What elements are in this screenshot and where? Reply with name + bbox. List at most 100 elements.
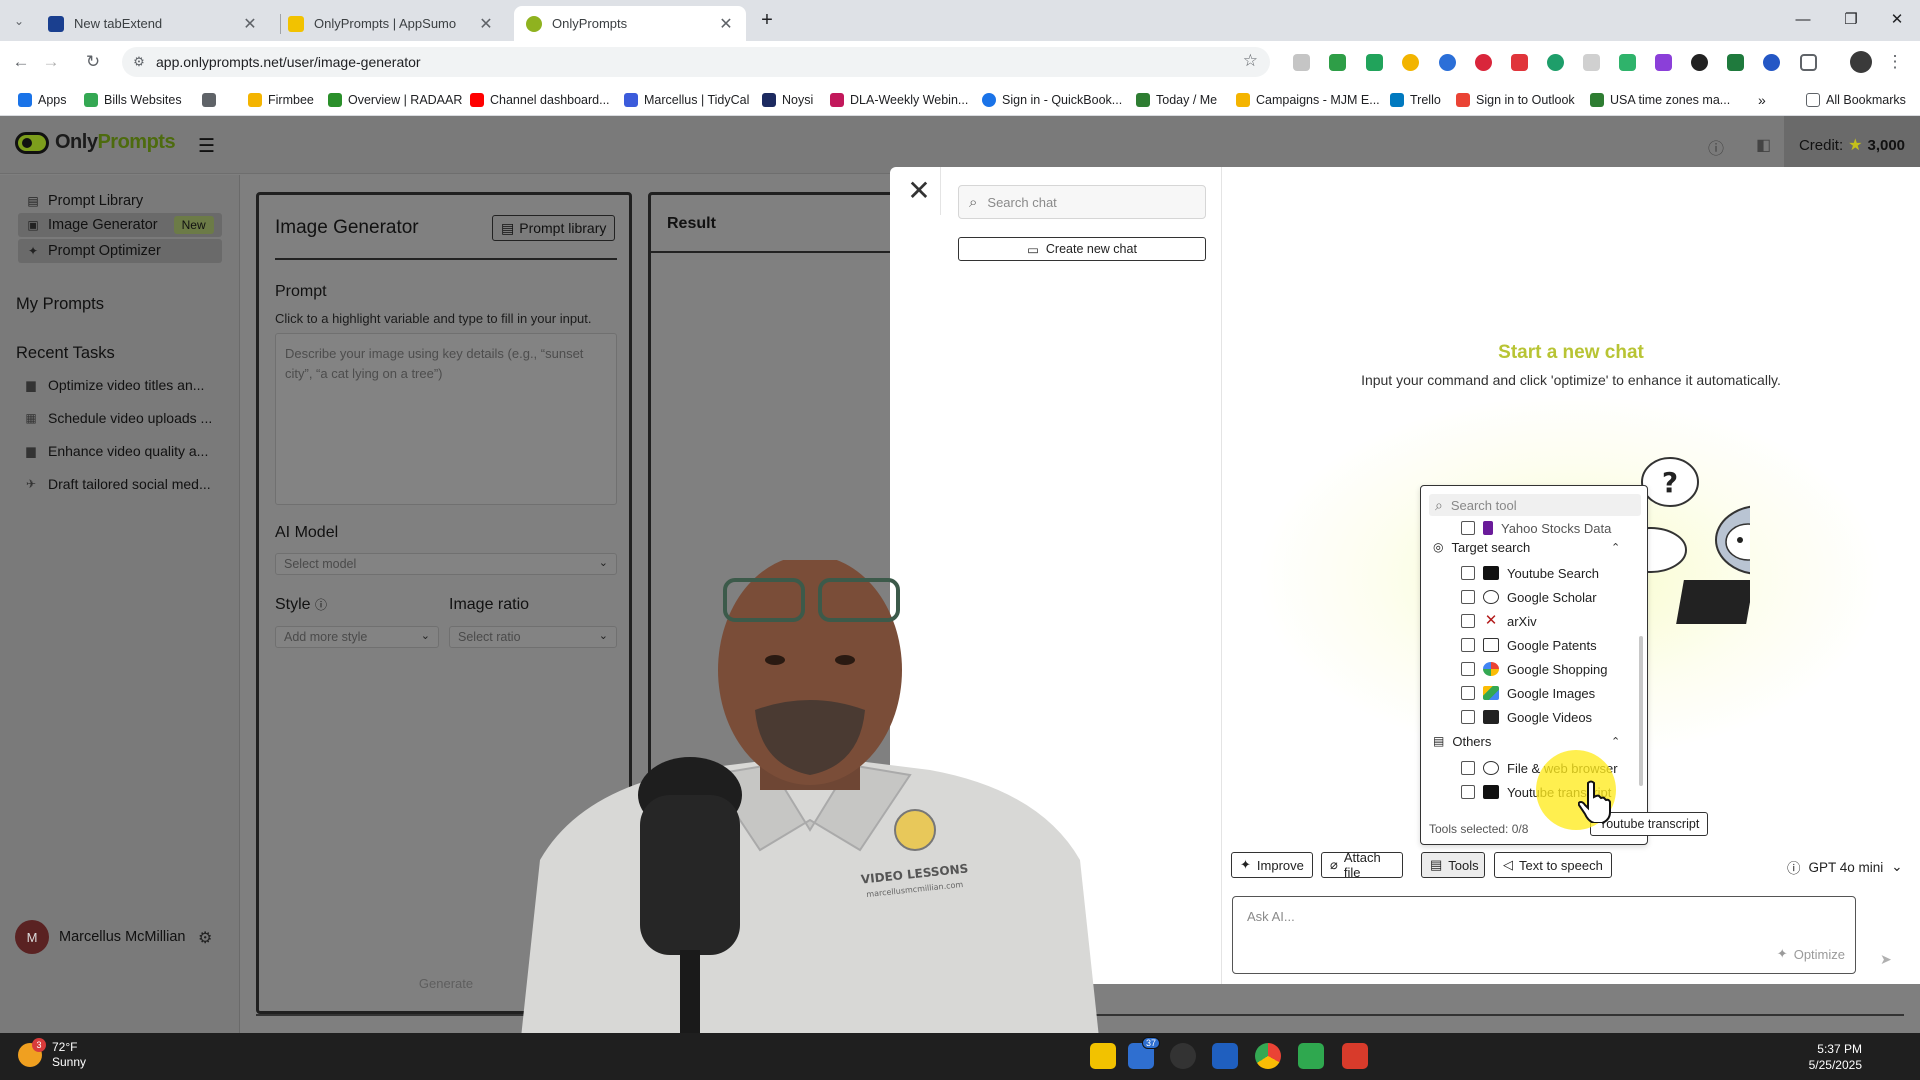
prompt-library-button[interactable]: ▤ Prompt library (492, 215, 616, 241)
extension-icon[interactable] (1763, 54, 1780, 71)
reload-icon[interactable]: ↻ (80, 49, 106, 75)
recent-task-item[interactable]: ✈ Draft tailored social med... (24, 476, 224, 492)
sidebar-item-image-generator[interactable]: ▣ Image Generator New (18, 213, 222, 237)
checkbox[interactable] (1461, 662, 1475, 676)
hamburger-menu-icon[interactable]: ☰ (198, 135, 215, 158)
bookmark-today-me[interactable]: Today / Me (1136, 90, 1217, 110)
sidebar-item-prompt-library[interactable]: ▤ Prompt Library (18, 189, 222, 213)
bookmark-trello[interactable]: Trello (1390, 90, 1441, 110)
bookmark-firmbee[interactable]: Firmbee (248, 90, 314, 110)
checkbox[interactable] (1461, 686, 1475, 700)
clock[interactable]: 5:37 PM 5/25/2025 (1809, 1041, 1862, 1073)
bookmark-noysi[interactable]: Noysi (762, 90, 813, 110)
attach-file-button[interactable]: ⌀ Attach file (1321, 850, 1403, 880)
tab-new-tabextend[interactable]: New tabExtend ✕ (36, 6, 270, 41)
checkbox[interactable] (1461, 566, 1475, 580)
my-prompts-heading[interactable]: My Prompts (16, 295, 104, 314)
bookmark-dla-weekly[interactable]: DLA-Weekly Webin... (830, 90, 968, 110)
app-icon[interactable] (1342, 1043, 1368, 1069)
all-bookmarks[interactable]: All Bookmarks (1806, 90, 1906, 110)
extension-icon[interactable] (1655, 54, 1672, 71)
checkbox[interactable] (1461, 590, 1475, 604)
ask-ai-input[interactable]: Ask AI... ✦ Optimize (1232, 896, 1856, 974)
checkbox[interactable] (1461, 521, 1475, 535)
tool-item-google-patents[interactable]: Google Patents (1461, 636, 1597, 654)
new-tab-button[interactable]: + (752, 8, 782, 32)
app-icon[interactable]: 37 (1128, 1037, 1161, 1069)
file-explorer-icon[interactable] (1090, 1043, 1116, 1069)
tool-item-yahoo-stocks[interactable]: Yahoo Stocks Data (1461, 519, 1611, 537)
model-select[interactable]: ⓘ GPT 4o mini ⌄ (1787, 857, 1903, 877)
tool-item-google-videos[interactable]: Google Videos (1461, 708, 1592, 726)
bookmark-quickbooks[interactable]: Sign in - QuickBook... (982, 90, 1122, 110)
send-icon[interactable]: ➤ (1880, 951, 1892, 968)
tool-item-google-shopping[interactable]: Google Shopping (1461, 660, 1607, 678)
announcement-icon[interactable]: ◧ (1756, 135, 1771, 155)
recent-task-item[interactable]: ▦ Schedule video uploads ... (24, 410, 224, 426)
settings-gear-icon[interactable]: ⚙ (198, 928, 212, 948)
bookmark-apps[interactable]: Apps (18, 90, 67, 110)
dell-icon[interactable] (1170, 1043, 1196, 1069)
checkbox[interactable] (1461, 761, 1475, 775)
bookmark-tidycal[interactable]: Marcellus | TidyCal (624, 90, 749, 110)
checkbox[interactable] (1461, 638, 1475, 652)
checkbox[interactable] (1461, 614, 1475, 628)
tab-close-icon[interactable]: ✕ (478, 14, 494, 34)
extension-icon[interactable] (1691, 54, 1708, 71)
site-info-icon[interactable]: ⚙ (122, 54, 156, 70)
tool-item-google-scholar[interactable]: Google Scholar (1461, 588, 1597, 606)
extension-pen-icon[interactable] (1511, 54, 1528, 71)
extension-icon[interactable] (1727, 54, 1744, 71)
extension-icon[interactable] (1583, 54, 1600, 71)
extension-check-icon[interactable] (1366, 54, 1383, 71)
app-icon[interactable] (1212, 1043, 1238, 1069)
extensions-puzzle-icon[interactable] (1800, 54, 1817, 71)
more-bookmarks-chevron-icon[interactable]: » (1758, 90, 1766, 110)
tool-item-google-images[interactable]: Google Images (1461, 684, 1595, 702)
prompt-input[interactable]: Describe your image using key details (e… (275, 333, 617, 505)
tab-onlyprompts[interactable]: OnlyPrompts ✕ (514, 6, 746, 41)
back-arrow-icon[interactable]: ← (8, 49, 34, 75)
bookmark-channel-dashboard[interactable]: Channel dashboard... (470, 90, 610, 110)
create-new-chat-button[interactable]: ▭ Create new chat (958, 237, 1206, 261)
search-chat-input[interactable]: ⌕ Search chat (958, 185, 1206, 219)
extension-icon[interactable] (1439, 54, 1456, 71)
tab-close-icon[interactable]: ✕ (718, 14, 734, 34)
close-icon[interactable]: ✕ (904, 177, 934, 207)
tool-item-arxiv[interactable]: ✕ arXiv (1461, 612, 1537, 630)
section-others[interactable]: ▤ Others ⌃ (1433, 732, 1620, 750)
recent-task-item[interactable]: ▆ Enhance video quality a... (24, 443, 224, 459)
bookmark-usa-time-zones[interactable]: USA time zones ma... (1590, 90, 1730, 110)
checkbox[interactable] (1461, 785, 1475, 799)
bookmark-outlook[interactable]: Sign in to Outlook (1456, 90, 1575, 110)
onlyprompts-logo[interactable]: OnlyPrompts (15, 131, 176, 154)
minimize-button[interactable]: — (1788, 8, 1818, 32)
browser-menu-icon[interactable]: ⋮ (1882, 49, 1908, 75)
forward-arrow-icon[interactable]: → (38, 49, 64, 75)
popup-scrollbar[interactable] (1639, 636, 1643, 786)
checkbox[interactable] (1461, 710, 1475, 724)
extension-icon[interactable] (1475, 54, 1492, 71)
style-select[interactable]: Add more style ⌄ (275, 626, 439, 648)
tab-close-icon[interactable]: ✕ (242, 14, 258, 34)
extension-icon[interactable] (1547, 54, 1564, 71)
recent-task-item[interactable]: ▆ Optimize video titles an... (24, 377, 224, 393)
camtasia-icon[interactable] (1298, 1043, 1324, 1069)
search-tool-input[interactable]: ⌕ Search tool (1429, 494, 1641, 516)
tab-search-chevron-icon[interactable]: ⌄ (6, 8, 32, 34)
bookmark-grid[interactable] (202, 90, 216, 110)
section-target-search[interactable]: ◎ Target search ⌃ (1433, 538, 1620, 556)
tab-onlyprompts-appsumo[interactable]: OnlyPrompts | AppSumo ✕ (276, 6, 506, 41)
chrome-icon[interactable] (1255, 1043, 1281, 1069)
bookmark-star-icon[interactable]: ☆ (1243, 51, 1258, 71)
tools-button[interactable]: ▤ Tools (1421, 852, 1485, 878)
sidebar-item-prompt-optimizer[interactable]: ✦ Prompt Optimizer (18, 239, 222, 263)
extension-icon[interactable] (1329, 54, 1346, 71)
bookmark-radaar[interactable]: Overview | RADAAR (328, 90, 462, 110)
tool-item-youtube-search[interactable]: Youtube Search (1461, 564, 1599, 582)
bookmark-campaigns[interactable]: Campaigns - MJM E... (1236, 90, 1380, 110)
help-icon[interactable]: ⓘ (315, 598, 327, 612)
bookmark-bills-websites[interactable]: Bills Websites (84, 90, 182, 110)
optimize-button[interactable]: ✦ Optimize (1777, 946, 1845, 962)
restore-button[interactable]: ❐ (1836, 8, 1866, 32)
